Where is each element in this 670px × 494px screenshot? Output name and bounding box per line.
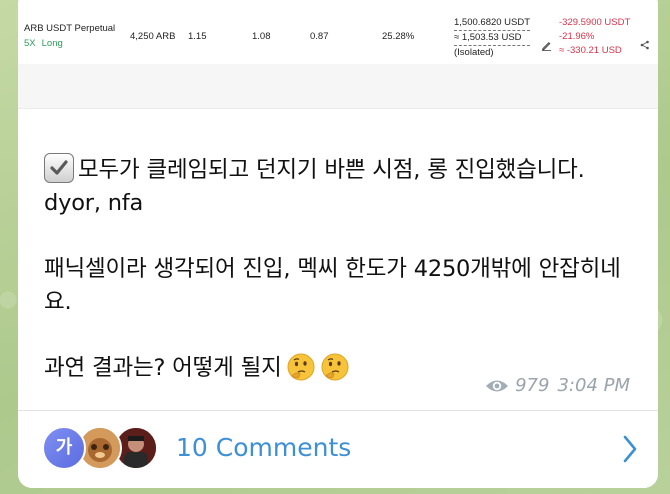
leverage-side: 5X Long [24,38,69,49]
commenter-avatars: 가 [42,426,162,470]
pair-name: ARB USDT Perpetual [24,23,116,34]
comments-button[interactable]: 가 10 Comments [18,410,658,488]
liq-price: 0.87 [310,31,329,42]
margin-usdt: 1,500.6820 USDT [454,16,531,31]
message-line-3: 과연 결과는? 어떻게 될지 [44,355,282,381]
view-count: 979 [515,375,550,396]
message-paragraph-1: 모두가 클레임되고 던지기 바쁜 시점, 롱 진입했습니다. dyor, nfa [44,153,634,220]
comments-count-label: 10 Comments [176,433,352,462]
thinking-face-emoji [321,353,349,381]
pnl-pct: -21.96% [559,31,595,42]
message-line-2: 패닉셀이라 생각되어 진입, 멕씨 한도가 4250개밖에 안잡히네요. [44,256,621,315]
margin-info: 1,500.6820 USDT ≈ 1,503.53 USD (Isolated… [454,16,531,60]
share-icon[interactable] [640,40,650,50]
message-time: 3:04 PM [557,375,630,396]
edit-icon[interactable] [541,40,552,51]
thinking-face-emoji [287,353,315,381]
screenshot-empty-area [18,64,658,108]
message-meta: 979 3:04 PM [485,375,630,396]
pnl-usd: ≈ -330.21 USD [559,45,622,56]
leverage-label: 5X [24,38,36,49]
position-row: ARB USDT Perpetual 5X Long 4,250 ARB 1.15… [18,0,658,60]
message-line-1: 모두가 클레임되고 던지기 바쁜 시점, 롱 진입했습니다. dyor, nfa [44,157,585,216]
mark-price: 1.08 [252,31,271,42]
chevron-right-icon [623,435,637,463]
margin-mode: (Isolated) [454,47,494,58]
margin-usd: ≈ 1,503.53 USD [454,31,531,46]
side-label: Long [41,38,63,49]
entry-price: 1.15 [188,31,207,42]
check-mark-button-emoji [44,153,74,183]
eye-icon [486,380,509,391]
channel-post: ARB USDT Perpetual 5X Long 4,250 ARB 1.15… [18,0,658,488]
avatar: 가 [42,426,86,470]
margin-ratio: 25.28% [382,31,415,42]
pnl-usdt: -329.5900 USDT [559,17,631,28]
position-size: 4,250 ARB [130,31,176,42]
position-screenshot[interactable]: ARB USDT Perpetual 5X Long 4,250 ARB 1.15… [18,0,658,109]
unrealized-pnl: -329.5900 USDT -21.96% ≈ -330.21 USD [559,16,630,58]
message-text: 모두가 클레임되고 던지기 바쁜 시점, 롱 진입했습니다. dyor, nfa… [44,153,634,385]
